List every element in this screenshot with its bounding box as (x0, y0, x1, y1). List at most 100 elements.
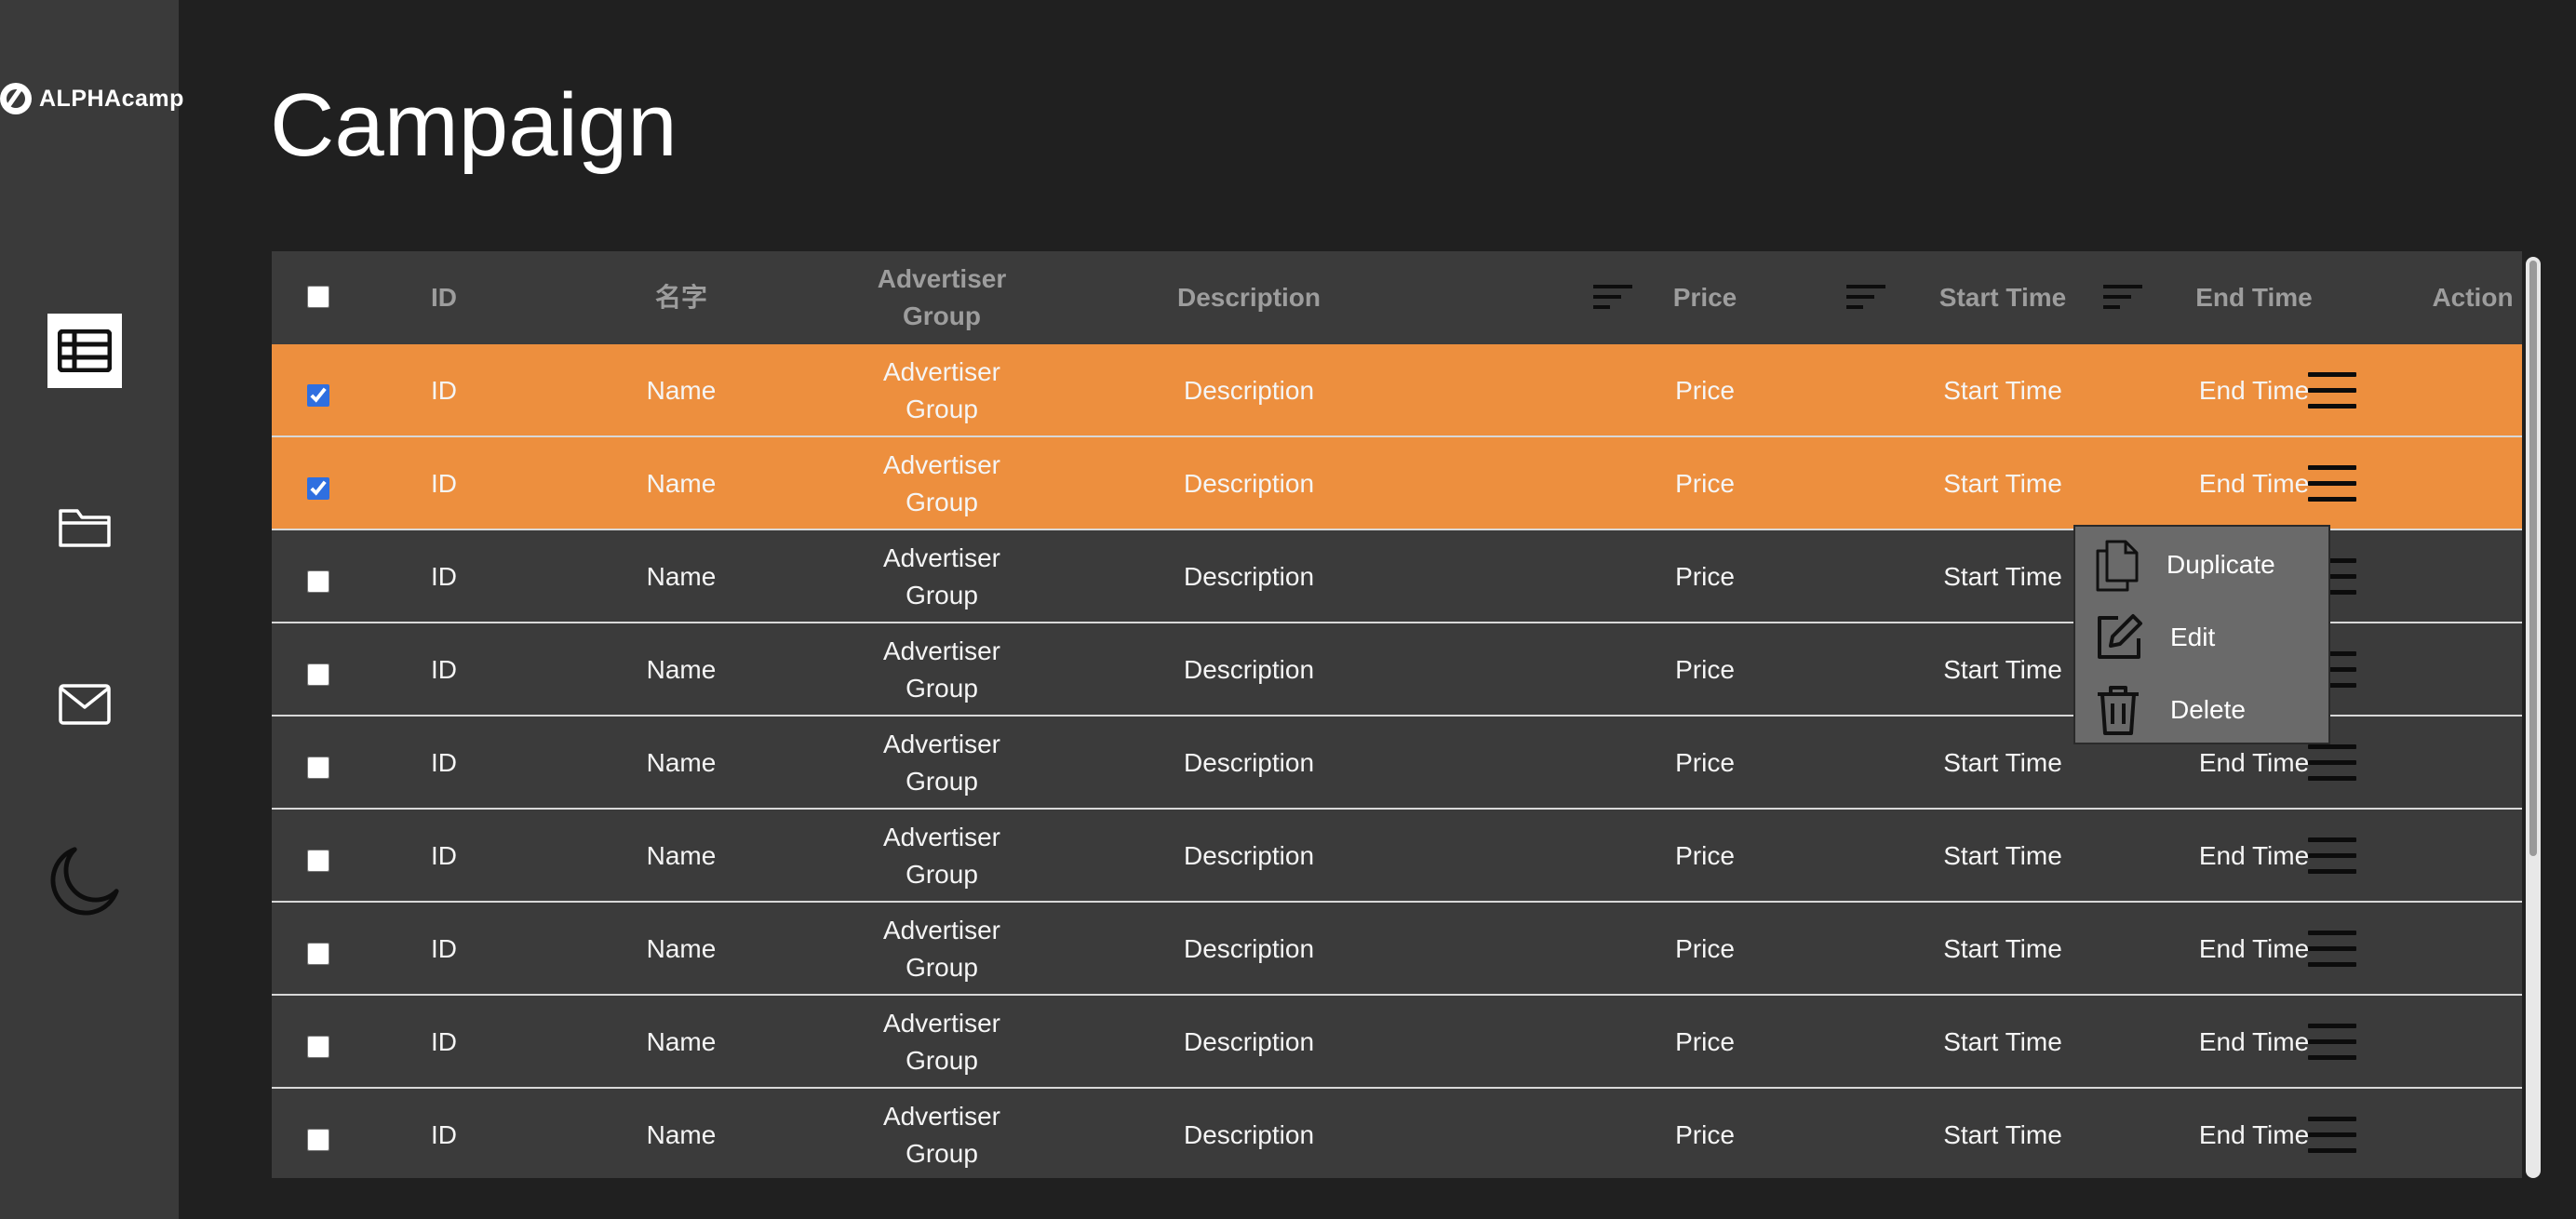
cell-description: Description (1183, 562, 1315, 591)
row-checkbox-cell (307, 380, 329, 417)
cell-price: Price (1675, 1027, 1735, 1056)
trash-icon (2098, 686, 2139, 735)
cell-description: Description (1183, 934, 1315, 963)
cell-advertiser-group: Advertiser Group (793, 633, 1091, 707)
table-row[interactable]: ID Name Advertiser Group Description Price Sta… (272, 903, 2522, 996)
cell-description: Description (1183, 376, 1315, 405)
cell-description: Description (1183, 1027, 1315, 1056)
cell-name: Name (646, 748, 717, 777)
cell-advertiser-group: Advertiser Group (793, 912, 1091, 986)
row-action-menu-icon[interactable] (2308, 744, 2356, 782)
cell-advertiser-line1: Advertiser (882, 1102, 1001, 1131)
sidebar-item-folder[interactable] (47, 490, 122, 565)
table-row[interactable]: ID Name Advertiser Group Description Price Sta… (272, 344, 2522, 437)
header-advertiser-group[interactable]: Advertiser Group (793, 261, 1091, 335)
cell-price: Price (1675, 562, 1735, 591)
cell-start-time: Start Time (1943, 1120, 2062, 1149)
menu-item-edit[interactable]: Edit (2075, 601, 2332, 674)
select-all-cell (307, 281, 329, 318)
row-checkbox[interactable] (307, 1036, 329, 1058)
cell-id: ID (431, 748, 457, 777)
table-scrollbar-thumb[interactable] (2529, 261, 2537, 856)
cell-price: Price (1675, 469, 1735, 498)
cell-price: Price (1675, 655, 1735, 684)
end-time-sort-icon[interactable] (2103, 285, 2142, 311)
table-icon (58, 329, 112, 372)
header-price[interactable]: Price (1612, 279, 1798, 316)
cell-start-time: Start Time (1943, 469, 2062, 498)
row-checkbox[interactable] (307, 663, 329, 686)
edit-icon (2098, 614, 2142, 659)
cell-advertiser-line1: Advertiser (882, 357, 1001, 386)
header-advertiser-line1: Advertiser (877, 264, 1007, 293)
cell-advertiser-line1: Advertiser (882, 916, 1001, 944)
row-action-menu-icon[interactable] (2308, 372, 2356, 409)
cell-id: ID (431, 469, 457, 498)
cell-id: ID (431, 655, 457, 684)
cell-price: Price (1675, 376, 1735, 405)
cell-advertiser-line1: Advertiser (882, 1009, 1001, 1038)
row-checkbox[interactable] (307, 477, 329, 500)
cell-advertiser-group: Advertiser Group (793, 1005, 1091, 1079)
header-advertiser-line2: Group (903, 301, 981, 330)
row-action-menu-icon[interactable] (2308, 931, 2356, 968)
row-action-menu-icon[interactable] (2308, 465, 2356, 502)
table-header-row: ID 名字 Advertiser Group Description Price… (272, 251, 2522, 344)
theme-toggle[interactable] (47, 844, 122, 918)
menu-item-duplicate[interactable]: Duplicate (2075, 529, 2332, 601)
row-checkbox-cell (307, 1124, 329, 1161)
cell-advertiser-line1: Advertiser (882, 450, 1001, 479)
cell-advertiser-group: Advertiser Group (793, 819, 1091, 893)
cell-advertiser-line2: Group (906, 953, 978, 982)
cell-id: ID (431, 562, 457, 591)
cell-start-time: Start Time (1943, 376, 2062, 405)
cell-start-time: Start Time (1943, 934, 2062, 963)
table-row[interactable]: ID Name Advertiser Group Description Price Sta… (272, 1089, 2522, 1178)
header-name[interactable]: 名字 (560, 279, 802, 316)
cell-name: Name (646, 469, 717, 498)
cell-id: ID (431, 934, 457, 963)
cell-name: Name (646, 934, 717, 963)
row-action-menu-icon[interactable] (2308, 1024, 2356, 1061)
cell-advertiser-line1: Advertiser (882, 636, 1001, 665)
sidebar-item-table[interactable] (47, 314, 122, 388)
brand-logo[interactable]: ALPHAcamp (0, 80, 184, 117)
row-checkbox-cell (307, 752, 329, 789)
row-checkbox[interactable] (307, 757, 329, 779)
cell-advertiser-group: Advertiser Group (793, 540, 1091, 614)
table-row[interactable]: ID Name Advertiser Group Description Price Sta… (272, 810, 2522, 903)
row-action-menu-icon[interactable] (2308, 1117, 2356, 1154)
cell-start-time: Start Time (1943, 748, 2062, 777)
row-checkbox[interactable] (307, 850, 329, 872)
cell-id: ID (431, 376, 457, 405)
cell-advertiser-line2: Group (906, 1139, 978, 1168)
select-all-checkbox[interactable] (307, 286, 329, 308)
sidebar-item-mail[interactable] (47, 667, 122, 742)
menu-item-delete[interactable]: Delete (2075, 674, 2332, 746)
cell-start-time: Start Time (1943, 1027, 2062, 1056)
row-checkbox-cell (307, 1031, 329, 1068)
row-checkbox-cell (307, 938, 329, 975)
cell-name: Name (646, 376, 717, 405)
cell-name: Name (646, 562, 717, 591)
row-checkbox[interactable] (307, 384, 329, 407)
page-title: Campaign (270, 75, 678, 175)
cell-description: Description (1183, 748, 1315, 777)
table-row[interactable]: ID Name Advertiser Group Description Price Sta… (272, 437, 2522, 530)
table-row[interactable]: ID Name Advertiser Group Description Price Sta… (272, 996, 2522, 1089)
header-id[interactable]: ID (402, 279, 486, 316)
row-action-menu-icon[interactable] (2308, 837, 2356, 875)
price-sort-icon[interactable] (1593, 285, 1632, 311)
row-checkbox[interactable] (307, 1129, 329, 1151)
sidebar: ALPHAcamp (0, 0, 183, 1219)
mail-icon (59, 684, 111, 725)
start-time-sort-icon[interactable] (1846, 285, 1885, 311)
cell-name: Name (646, 1027, 717, 1056)
row-checkbox[interactable] (307, 570, 329, 593)
row-checkbox[interactable] (307, 943, 329, 965)
folder-icon (59, 509, 111, 547)
moon-icon (50, 847, 119, 916)
cell-advertiser-group: Advertiser Group (793, 1098, 1091, 1172)
header-description[interactable]: Description (1072, 279, 1426, 316)
row-checkbox-cell (307, 845, 329, 882)
